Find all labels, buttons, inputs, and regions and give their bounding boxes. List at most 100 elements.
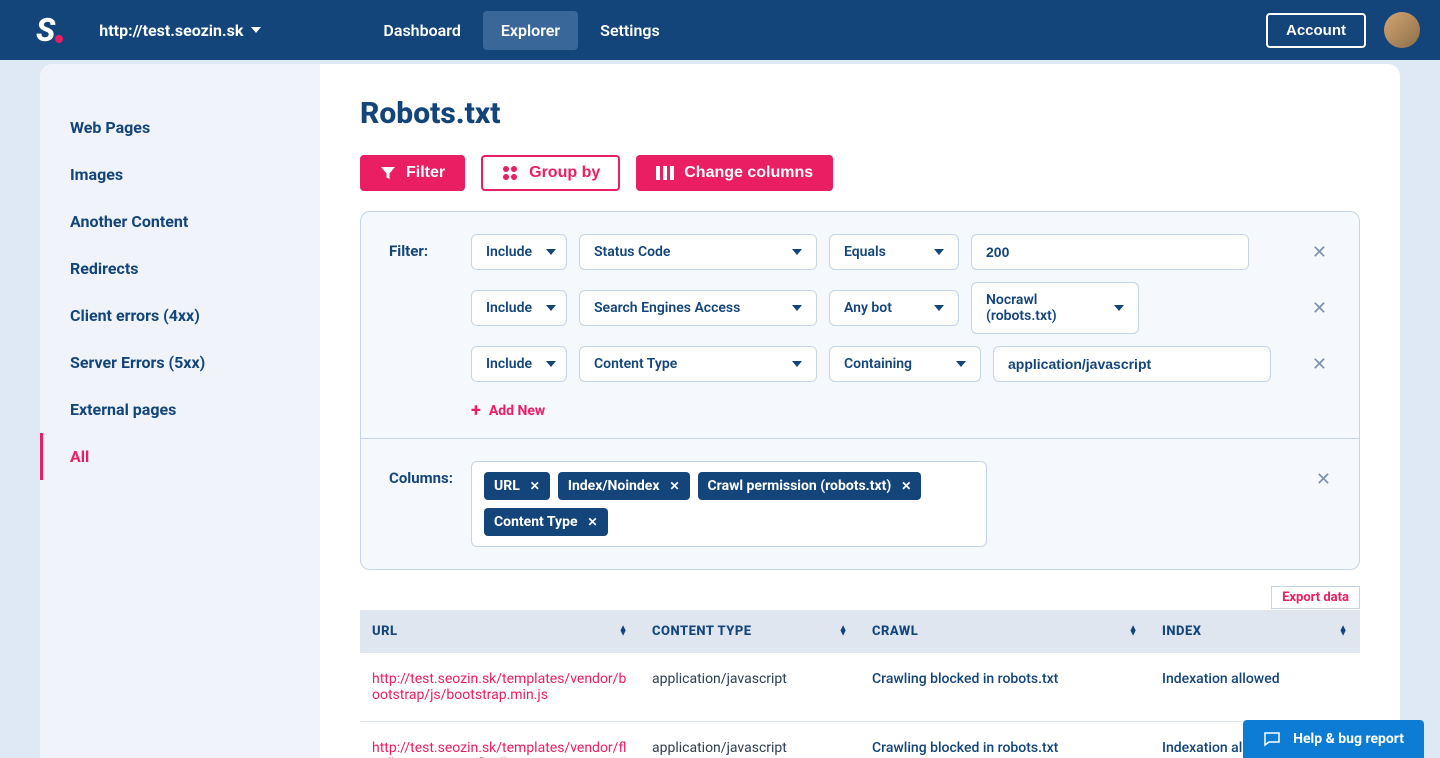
- filter-button[interactable]: Filter: [360, 155, 465, 191]
- chevron-down-icon: [546, 305, 556, 311]
- sidebar-item-external-pages[interactable]: External pages: [40, 386, 320, 433]
- group-by-button[interactable]: Group by: [481, 155, 620, 191]
- sidebar-item-redirects[interactable]: Redirects: [40, 245, 320, 292]
- help-label: Help & bug report: [1293, 731, 1404, 747]
- filter-button-label: Filter: [406, 164, 445, 182]
- add-filter-button[interactable]: + Add New: [471, 402, 1331, 420]
- chevron-down-icon: [934, 305, 944, 311]
- sort-icon: ▲▼: [619, 626, 628, 637]
- table-row: http://test.seozin.sk/templates/vendor/b…: [360, 653, 1360, 722]
- cell-url[interactable]: http://test.seozin.sk/templates/vendor/f…: [360, 722, 640, 758]
- avatar[interactable]: [1384, 12, 1420, 48]
- filter-mode-select[interactable]: Include: [471, 290, 567, 326]
- topbar: S http://test.seozin.sk Dashboard Explor…: [0, 0, 1440, 60]
- nav-explorer[interactable]: Explorer: [483, 11, 578, 50]
- filter-row: Include Content Type Containing ✕: [471, 346, 1331, 382]
- filter-field-select[interactable]: Content Type: [579, 346, 817, 382]
- sort-icon: ▲▼: [839, 626, 848, 637]
- sidebar-item-web-pages[interactable]: Web Pages: [40, 104, 320, 151]
- cell-content-type: application/javascript: [640, 653, 860, 722]
- chat-icon: [1263, 730, 1281, 748]
- chevron-down-icon: [956, 361, 966, 367]
- filter-row: Include Search Engines Access Any bot No…: [471, 282, 1331, 334]
- column-chip[interactable]: Crawl permission (robots.txt)✕: [698, 472, 922, 500]
- sort-icon: ▲▼: [1129, 626, 1138, 637]
- cell-crawl: Crawling blocked in robots.txt: [860, 653, 1150, 722]
- cell-crawl: Crawling blocked in robots.txt: [860, 722, 1150, 758]
- sort-icon: ▲▼: [1339, 626, 1348, 637]
- cell-url[interactable]: http://test.seozin.sk/templates/vendor/b…: [360, 653, 640, 722]
- chevron-down-icon: [1114, 305, 1124, 311]
- remove-chip-icon[interactable]: ✕: [669, 479, 679, 493]
- filter-panel: Filter: Include Status Code Equals ✕ Inc…: [360, 211, 1360, 570]
- sidebar-item-client-errors[interactable]: Client errors (4xx): [40, 292, 320, 339]
- table-wrap: Export data URL▲▼ CONTENT TYPE▲▼ CRAWL▲▼…: [360, 610, 1360, 758]
- remove-filter-button[interactable]: ✕: [1308, 238, 1331, 267]
- export-data-button[interactable]: Export data: [1271, 586, 1360, 609]
- sidebar: Web Pages Images Another Content Redirec…: [40, 64, 320, 758]
- remove-chip-icon[interactable]: ✕: [901, 479, 911, 493]
- sidebar-item-server-errors[interactable]: Server Errors (5xx): [40, 339, 320, 386]
- remove-chip-icon[interactable]: ✕: [530, 479, 540, 493]
- group-by-label: Group by: [529, 164, 600, 182]
- chevron-down-icon: [934, 249, 944, 255]
- filter-operator-select[interactable]: Equals: [829, 234, 959, 270]
- filter-mode-select[interactable]: Include: [471, 346, 567, 382]
- filter-operator-select[interactable]: Any bot: [829, 290, 959, 326]
- sidebar-item-all[interactable]: All: [40, 433, 320, 480]
- page-title: Robots.txt: [360, 96, 1360, 131]
- filter-value-input[interactable]: [993, 346, 1271, 382]
- chevron-down-icon: [792, 249, 802, 255]
- results-table: URL▲▼ CONTENT TYPE▲▼ CRAWL▲▼ INDEX▲▼ htt…: [360, 610, 1360, 758]
- filter-row: Include Status Code Equals ✕: [471, 234, 1331, 270]
- col-header-index[interactable]: INDEX▲▼: [1150, 610, 1360, 653]
- grid-icon: [501, 164, 519, 182]
- filter-field-select[interactable]: Search Engines Access: [579, 290, 817, 326]
- column-chip[interactable]: Content Type✕: [484, 508, 608, 536]
- chevron-down-icon: [792, 361, 802, 367]
- remove-filter-button[interactable]: ✕: [1308, 350, 1331, 379]
- filter-field-select[interactable]: Status Code: [579, 234, 817, 270]
- filter-mode-select[interactable]: Include: [471, 234, 567, 270]
- chevron-down-icon: [546, 361, 556, 367]
- columns-section: Columns: URL✕ Index/Noindex✕ Crawl permi…: [361, 439, 1359, 569]
- filter-rows: Include Status Code Equals ✕ Include Sea…: [471, 234, 1331, 420]
- col-header-content-type[interactable]: CONTENT TYPE▲▼: [640, 610, 860, 653]
- filter-value-select[interactable]: Nocrawl (robots.txt): [971, 282, 1139, 334]
- nav-settings[interactable]: Settings: [582, 11, 678, 50]
- chevron-down-icon: [546, 249, 556, 255]
- remove-chip-icon[interactable]: ✕: [588, 515, 598, 529]
- account-button[interactable]: Account: [1266, 13, 1366, 48]
- site-selector[interactable]: http://test.seozin.sk: [99, 21, 261, 40]
- chevron-down-icon: [251, 27, 261, 33]
- columns-section-label: Columns:: [389, 461, 455, 487]
- columns-icon: [656, 165, 674, 181]
- help-bug-report-button[interactable]: Help & bug report: [1243, 720, 1424, 758]
- col-header-url[interactable]: URL▲▼: [360, 610, 640, 653]
- toolbar: Filter Group by Change columns: [360, 155, 1360, 191]
- cell-index: Indexation allowed: [1150, 653, 1360, 722]
- filter-section-label: Filter:: [389, 234, 455, 260]
- plus-icon: +: [471, 402, 481, 420]
- clear-columns-button[interactable]: ✕: [1316, 461, 1331, 490]
- column-chip[interactable]: Index/Noindex✕: [558, 472, 690, 500]
- filter-operator-select[interactable]: Containing: [829, 346, 981, 382]
- table-row: http://test.seozin.sk/templates/vendor/f…: [360, 722, 1360, 758]
- filter-value-input[interactable]: [971, 234, 1249, 270]
- nav-dashboard[interactable]: Dashboard: [365, 11, 478, 50]
- cell-content-type: application/javascript: [640, 722, 860, 758]
- sidebar-item-images[interactable]: Images: [40, 151, 320, 198]
- columns-chip-box[interactable]: URL✕ Index/Noindex✕ Crawl permission (ro…: [471, 461, 987, 547]
- change-columns-button[interactable]: Change columns: [636, 155, 833, 191]
- main-content: Robots.txt Filter Group by Change column…: [320, 64, 1400, 758]
- chevron-down-icon: [792, 305, 802, 311]
- remove-filter-button[interactable]: ✕: [1308, 294, 1331, 323]
- sidebar-item-another-content[interactable]: Another Content: [40, 198, 320, 245]
- site-url: http://test.seozin.sk: [99, 21, 243, 40]
- top-nav: Dashboard Explorer Settings: [365, 11, 677, 50]
- logo: S: [36, 11, 53, 49]
- add-new-label: Add New: [489, 403, 545, 419]
- top-right: Account: [1266, 12, 1420, 48]
- column-chip[interactable]: URL✕: [484, 472, 550, 500]
- col-header-crawl[interactable]: CRAWL▲▼: [860, 610, 1150, 653]
